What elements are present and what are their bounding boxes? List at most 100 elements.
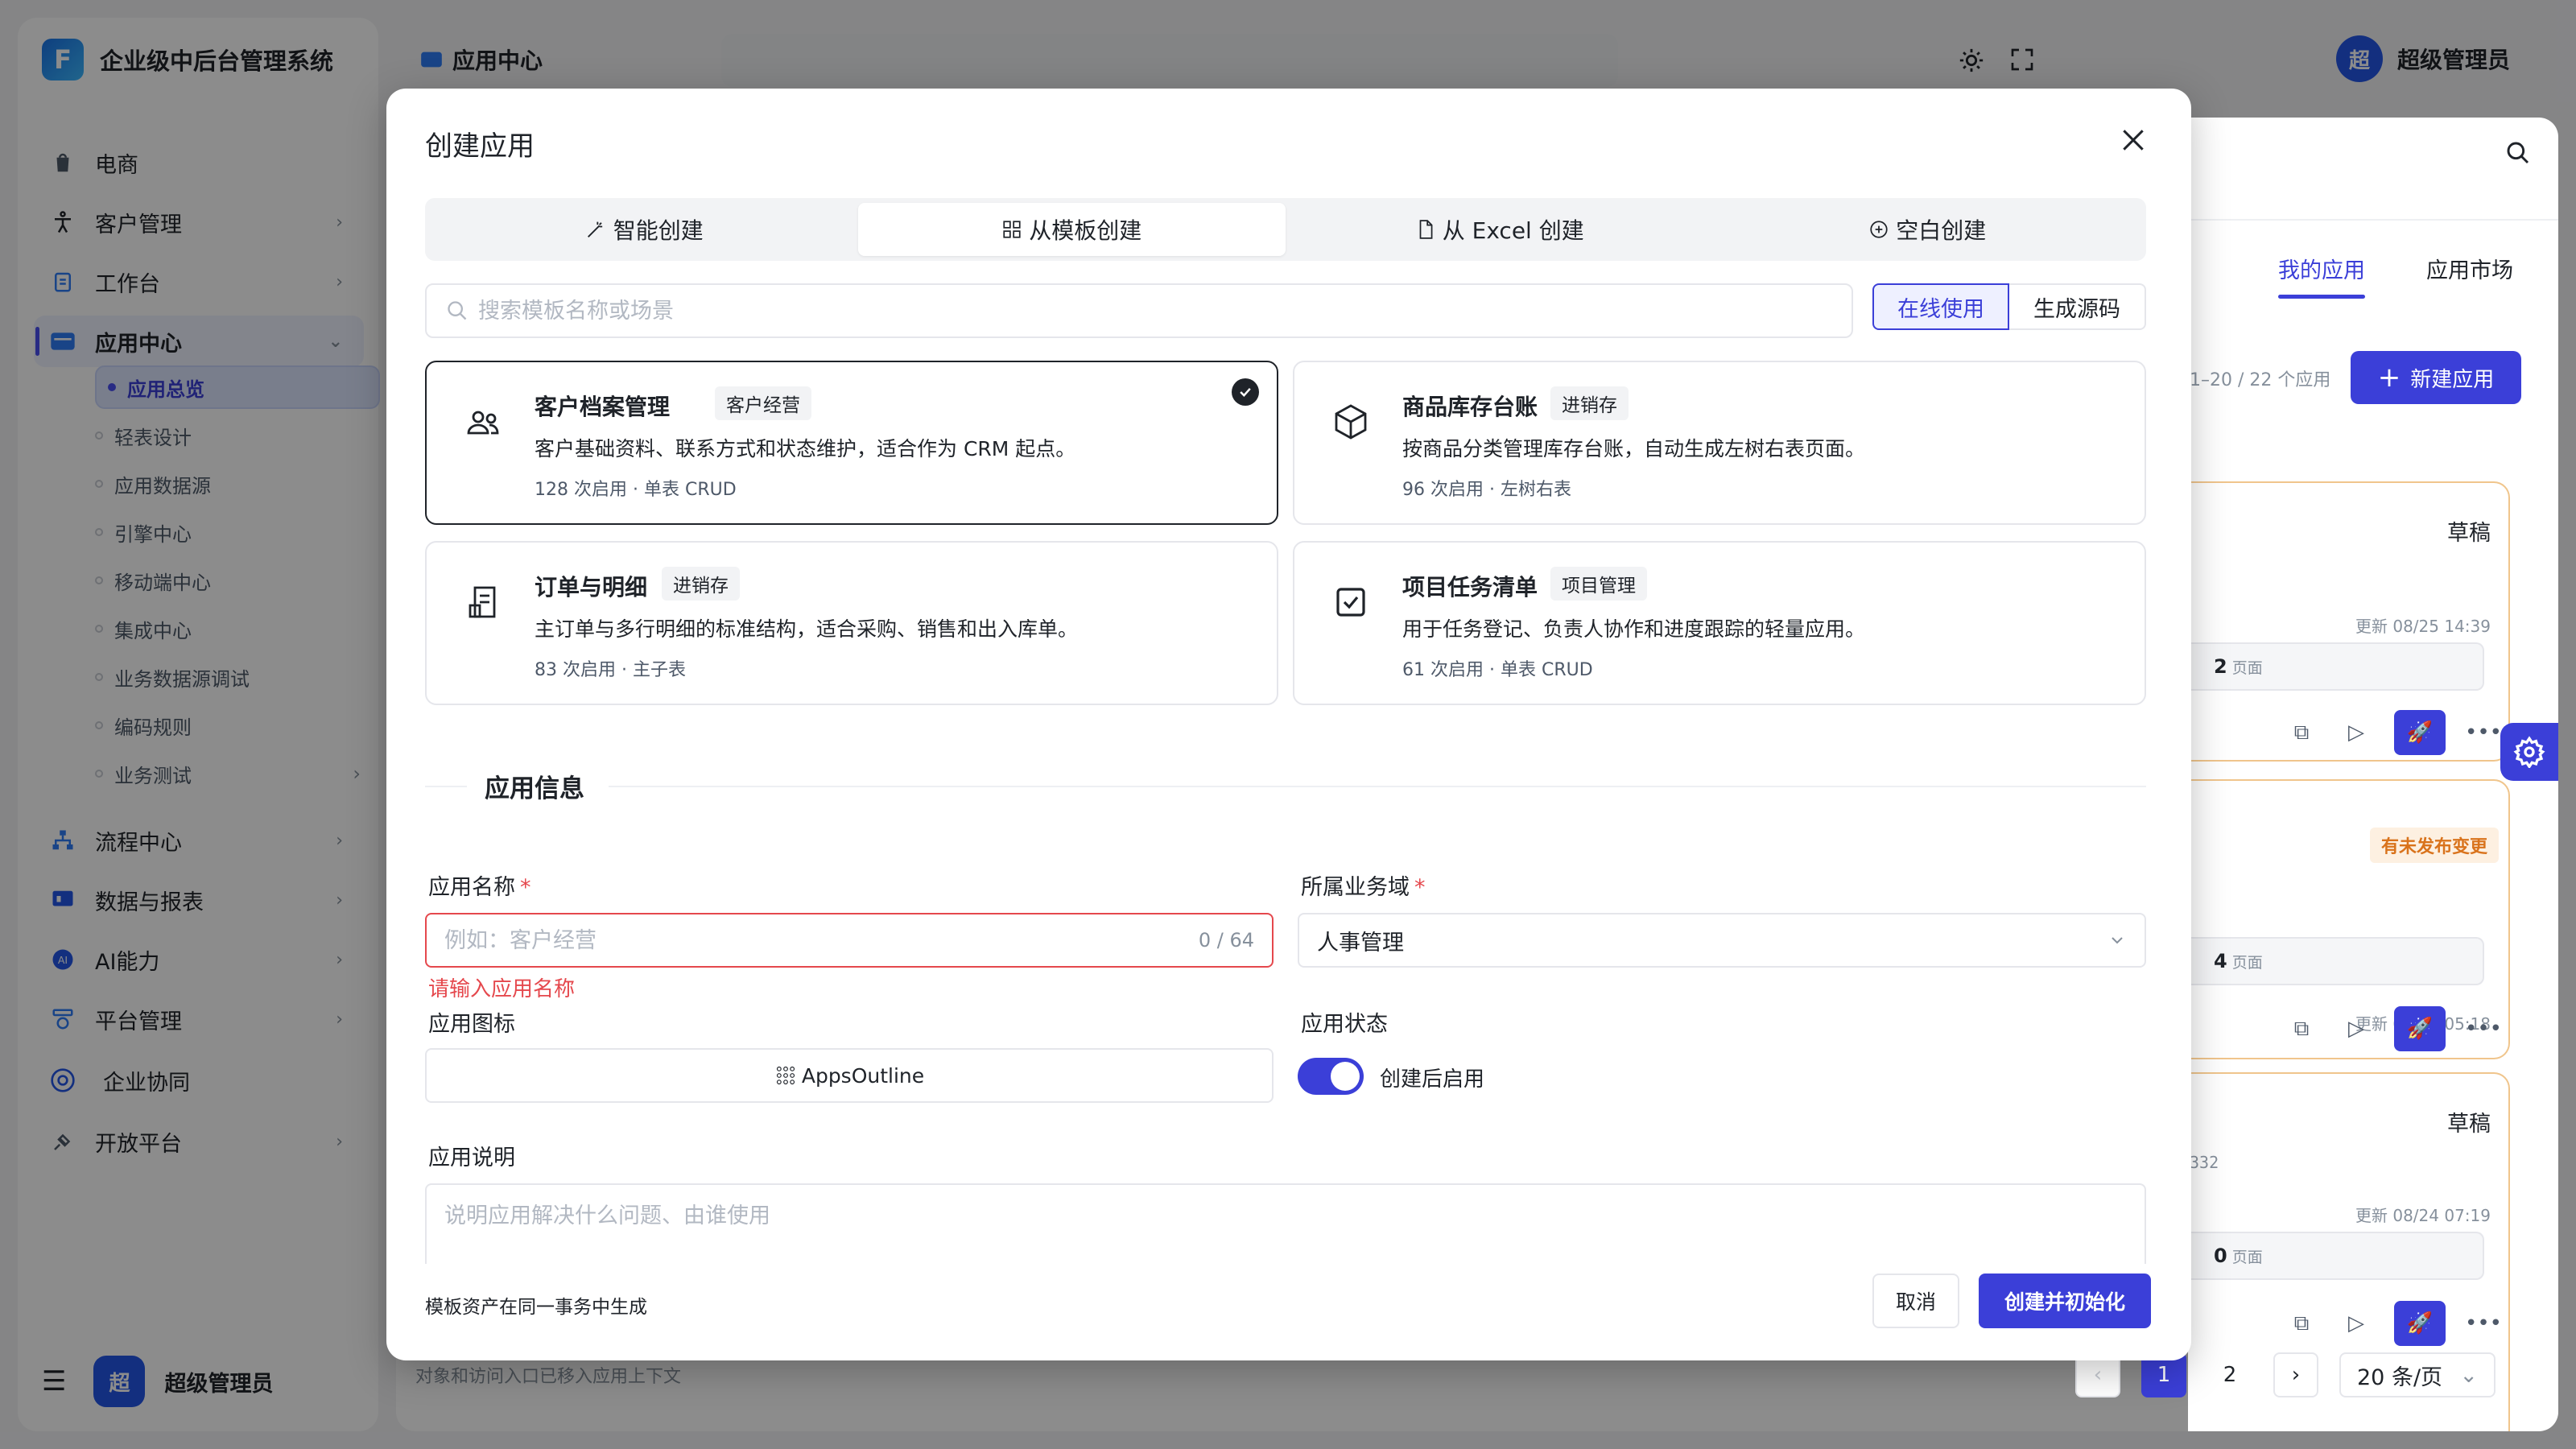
tab-my-apps[interactable]: 我的应用 xyxy=(2278,253,2365,299)
page-count-unit: 页面 xyxy=(2231,1248,2263,1266)
plus-circle-icon xyxy=(1870,221,1888,238)
create-app-dialog: 创建应用 智能创建 从模板创建 从 Excel 创建 空白创建 在线使用 生成源… xyxy=(386,89,2191,1360)
publish-rocket-icon[interactable]: 🚀 xyxy=(2394,710,2446,755)
template-search-input[interactable] xyxy=(478,298,1766,324)
magic-wand-icon xyxy=(587,221,602,237)
domain-select[interactable]: 人事管理 xyxy=(1298,913,2146,968)
more-icon[interactable]: ••• xyxy=(2465,1012,2502,1046)
section-title: 应用信息 xyxy=(485,774,584,803)
check-icon xyxy=(1232,378,1259,406)
open-external-icon[interactable]: ⧉ xyxy=(2285,1307,2318,1340)
generate-source-option[interactable]: 生成源码 xyxy=(2009,283,2146,330)
play-icon[interactable]: ▷ xyxy=(2339,716,2373,749)
label-text: 所属业务域 xyxy=(1301,875,1410,900)
new-app-button-label: 新建应用 xyxy=(2410,367,2495,392)
template-card-order[interactable]: 订单与明细 进销存 主订单与多行明细的标准结构，适合采购、销售和出入库单。 83… xyxy=(425,541,1278,705)
page-count: 4 页面 xyxy=(2188,937,2484,985)
template-meta: 83 次启用 · 主子表 xyxy=(535,660,686,680)
template-meta: 128 次启用 · 单表 CRUD xyxy=(535,480,737,500)
page-size-select[interactable]: 20 条/页 ⌄ xyxy=(2339,1352,2496,1397)
tab-smart-create[interactable]: 智能创建 xyxy=(430,203,858,256)
app-desc-placeholder: 说明应用解决什么问题、由谁使用 xyxy=(444,1203,770,1228)
create-mode-tabs: 智能创建 从模板创建 从 Excel 创建 空白创建 xyxy=(425,198,2146,261)
page-count-value: 0 xyxy=(2214,1245,2227,1267)
search-icon[interactable] xyxy=(2505,140,2531,169)
template-meta: 96 次启用 · 左树右表 xyxy=(1402,480,1571,500)
template-desc: 客户基础资料、联系方式和状态维护，适合作为 CRM 起点。 xyxy=(535,437,1076,460)
search-icon xyxy=(448,301,467,320)
file-icon xyxy=(1419,220,1433,239)
required-mark: * xyxy=(1414,875,1426,900)
more-icon[interactable]: ••• xyxy=(2465,1307,2502,1340)
app-name-label: 应用名称 * xyxy=(428,869,531,901)
tab-excel-create[interactable]: 从 Excel 创建 xyxy=(1286,203,1714,256)
cancel-button[interactable]: 取消 xyxy=(1872,1274,1959,1328)
template-meta: 61 次启用 · 单表 CRUD xyxy=(1402,660,1593,680)
receipt-icon xyxy=(469,586,496,618)
switch-knob xyxy=(1331,1062,1360,1091)
card-actions: ⧉ ▷ 🚀 ••• xyxy=(2285,1006,2502,1051)
play-icon[interactable]: ▷ xyxy=(2339,1012,2373,1046)
tab-blank-create[interactable]: 空白创建 xyxy=(1714,203,2142,256)
online-use-option[interactable]: 在线使用 xyxy=(1872,283,2009,330)
app-icon-picker[interactable]: AppsOutline xyxy=(425,1048,1274,1103)
app-count: 1–20 / 22 个应用 xyxy=(2190,370,2331,390)
page-count: 0 页面 xyxy=(2188,1232,2484,1280)
status-badge: 草稿 xyxy=(2447,1112,2491,1137)
app-desc-textarea[interactable]: 说明应用解决什么问题、由谁使用 xyxy=(425,1183,2146,1264)
settings-gear-icon[interactable] xyxy=(2500,723,2558,781)
open-external-icon[interactable]: ⧉ xyxy=(2285,1012,2318,1046)
updated-time: 更新 08/25 14:39 xyxy=(2355,617,2491,636)
checkbox-icon xyxy=(1336,588,1365,617)
page-count-unit: 页面 xyxy=(2231,658,2263,677)
page-2-button[interactable]: 2 xyxy=(2207,1352,2252,1397)
tab-template-create[interactable]: 从模板创建 xyxy=(857,203,1286,256)
users-icon xyxy=(467,411,499,435)
page-count-value: 4 xyxy=(2214,950,2227,972)
tab-label: 从模板创建 xyxy=(1029,217,1142,244)
domain-select-value: 人事管理 xyxy=(1317,930,1404,956)
tab-label: 从 Excel 创建 xyxy=(1442,217,1584,244)
app-name-error: 请输入应用名称 xyxy=(428,977,576,1001)
template-card-customer[interactable]: 客户档案管理 客户经营 客户基础资料、联系方式和状态维护，适合作为 CRM 起点… xyxy=(425,361,1278,525)
play-icon[interactable]: ▷ xyxy=(2339,1307,2373,1340)
app-icon-value: AppsOutline xyxy=(801,1063,925,1088)
status-badge: 有未发布变更 xyxy=(2369,828,2499,863)
template-name: 商品库存台账 xyxy=(1402,394,1538,420)
dialog-title: 创建应用 xyxy=(425,130,535,163)
page-size-value: 20 条/页 xyxy=(2357,1364,2443,1390)
grid-icon xyxy=(1003,221,1021,238)
template-tag: 进销存 xyxy=(662,567,740,601)
open-external-icon[interactable]: ⧉ xyxy=(2285,716,2318,749)
domain-label: 所属业务域 * xyxy=(1301,869,1426,901)
template-card-tasks[interactable]: 项目任务清单 项目管理 用于任务登记、负责人协作和进度跟踪的轻量应用。 61 次… xyxy=(1293,541,2146,705)
status-badge: 草稿 xyxy=(2447,521,2491,546)
card-actions: ⧉ ▷ 🚀 ••• xyxy=(2285,710,2502,755)
template-desc: 主订单与多行明细的标准结构，适合采购、销售和出入库单。 xyxy=(535,617,1079,641)
template-desc: 按商品分类管理库存台账，自动生成左树右表页面。 xyxy=(1402,437,1866,460)
tab-app-market[interactable]: 应用市场 xyxy=(2426,253,2513,284)
app-card[interactable]: 草稿 更新 08/25 14:39 2 页面 ⧉ ▷ 🚀 ••• xyxy=(2188,481,2510,762)
app-name-field: 0 / 64 xyxy=(425,913,1274,968)
required-mark: * xyxy=(520,875,531,900)
publish-rocket-icon[interactable]: 🚀 xyxy=(2394,1301,2446,1346)
template-tag: 项目管理 xyxy=(1550,567,1647,601)
app-desc-label: 应用说明 xyxy=(428,1146,515,1170)
tab-label: 智能创建 xyxy=(613,217,704,244)
new-app-button[interactable]: + 新建应用 xyxy=(2351,351,2521,404)
template-name: 客户档案管理 xyxy=(535,394,671,420)
use-mode-toggle: 在线使用 生成源码 xyxy=(1872,283,2146,330)
template-card-inventory[interactable]: 商品库存台账 进销存 按商品分类管理库存台账，自动生成左树右表页面。 96 次启… xyxy=(1293,361,2146,525)
enable-switch[interactable] xyxy=(1298,1058,1364,1095)
char-counter: 0 / 64 xyxy=(1198,929,1254,952)
publish-rocket-icon[interactable]: 🚀 xyxy=(2394,1006,2446,1051)
app-name-input[interactable] xyxy=(444,927,1199,953)
create-and-init-button[interactable]: 创建并初始化 xyxy=(1979,1274,2151,1328)
enable-switch-label: 创建后启用 xyxy=(1380,1067,1485,1092)
next-page-button[interactable]: › xyxy=(2273,1352,2318,1397)
card-actions: ⧉ ▷ 🚀 ••• xyxy=(2285,1301,2502,1346)
apps-outline-icon xyxy=(776,1066,795,1085)
template-desc: 用于任务登记、负责人协作和进度跟踪的轻量应用。 xyxy=(1402,617,1866,641)
close-icon[interactable] xyxy=(2117,124,2149,156)
more-icon[interactable]: ••• xyxy=(2465,716,2502,749)
